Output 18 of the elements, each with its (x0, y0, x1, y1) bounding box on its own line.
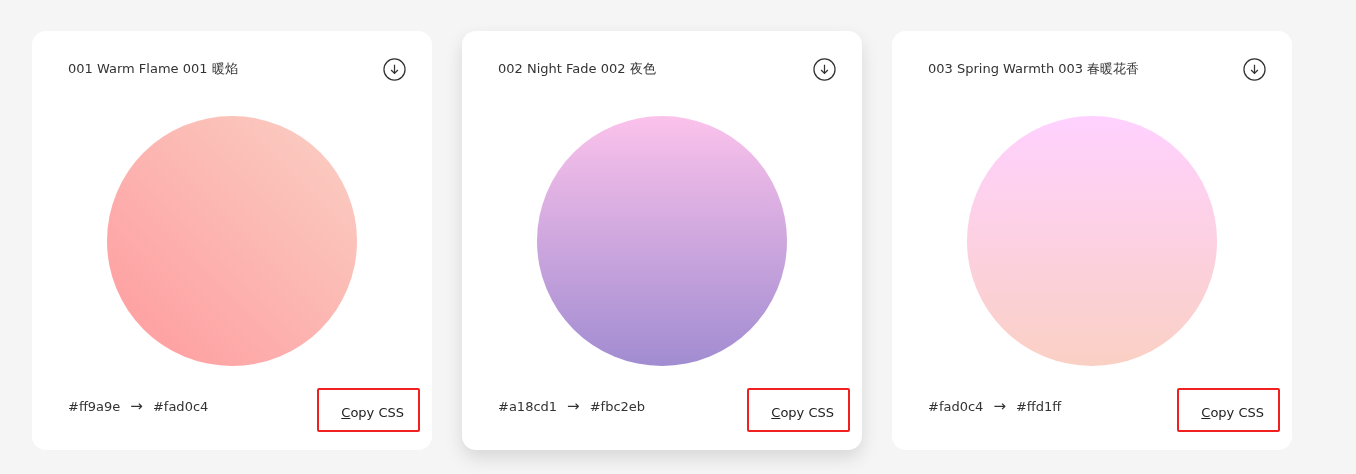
arrow-symbol: → (567, 398, 580, 414)
arrow-symbol: → (993, 398, 1006, 414)
color-code: #fad0c4 (928, 398, 984, 414)
gradient-title: 003 Spring Warmth 003 春暖花香 (928, 60, 1140, 78)
download-icon[interactable] (813, 57, 836, 81)
color-code: #ffd1ff (1015, 398, 1062, 414)
copy-css-button[interactable]: Copy CSS (1177, 388, 1280, 432)
gradient-title: 001 Warm Flame 001 暖焰 (68, 60, 238, 78)
color-code: #ff9a9e (68, 398, 121, 414)
download-icon[interactable] (383, 57, 406, 81)
copy-css-button[interactable]: Copy CSS (317, 388, 420, 432)
color-code: #fad0c4 (152, 398, 209, 414)
color-code: #a18cd1 (498, 398, 558, 414)
download-icon[interactable] (1243, 57, 1266, 81)
arrow-symbol: → (130, 398, 143, 414)
gradient-title: 002 Night Fade 002 夜色 (498, 60, 656, 78)
copy-css-button[interactable]: Copy CSS (747, 388, 850, 432)
color-code: #fbc2eb (589, 398, 646, 414)
